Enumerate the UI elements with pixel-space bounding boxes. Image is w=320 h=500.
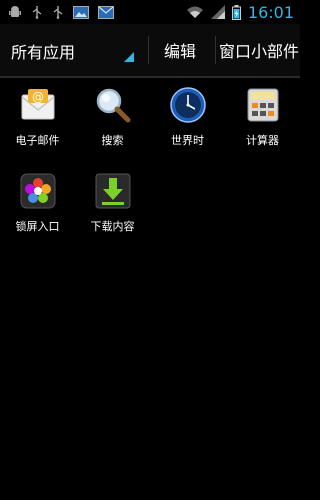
- app-label: 计算器: [246, 134, 279, 147]
- battery-icon: [231, 4, 241, 20]
- app-label: 世界时: [171, 134, 204, 147]
- app-email[interactable]: @ 电子邮件: [0, 80, 75, 160]
- status-bar: 16:01: [0, 0, 300, 24]
- svg-text:@: @: [32, 90, 44, 104]
- app-search[interactable]: 搜索: [75, 80, 150, 160]
- world-clock-icon: [170, 87, 206, 123]
- all-apps-title: 所有应用: [11, 43, 76, 62]
- widgets-tab[interactable]: 窗口小部件: [218, 24, 300, 76]
- app-label: 搜索: [101, 134, 124, 147]
- app-label: 锁屏入口: [15, 220, 60, 233]
- tab-divider: [148, 36, 149, 64]
- search-icon: [96, 88, 131, 123]
- mail-icon: [98, 5, 114, 19]
- action-bar: 所有应用 编辑 窗口小部件: [0, 24, 300, 78]
- lockscreen-icon: [20, 173, 56, 209]
- app-world-clock[interactable]: 世界时: [150, 80, 225, 160]
- app-grid: @ 电子邮件 搜索 世界时 计算器 锁屏入口 下载内容: [0, 80, 300, 500]
- dropdown-indicator-icon: [124, 52, 134, 62]
- app-label: 下载内容: [90, 220, 135, 233]
- android-debug-icon: [9, 6, 21, 17]
- image-icon: [73, 5, 89, 19]
- app-calculator[interactable]: 计算器: [225, 80, 300, 160]
- signal-icon: [210, 5, 225, 19]
- notification-icons: [0, 5, 114, 19]
- tab-divider: [215, 36, 216, 64]
- download-icon: [95, 173, 131, 209]
- app-lockscreen[interactable]: 锁屏入口: [0, 166, 75, 246]
- usb-icon: [32, 6, 42, 19]
- wifi-icon: [186, 6, 203, 18]
- edit-button[interactable]: 编辑: [150, 24, 210, 76]
- calculator-icon: [247, 88, 279, 122]
- status-time: 16:01: [247, 2, 294, 22]
- email-icon: @: [21, 89, 55, 120]
- app-downloads[interactable]: 下载内容: [75, 166, 150, 246]
- system-status: 16:01: [186, 0, 294, 24]
- usb-icon: [53, 6, 63, 19]
- app-label: 电子邮件: [15, 134, 60, 147]
